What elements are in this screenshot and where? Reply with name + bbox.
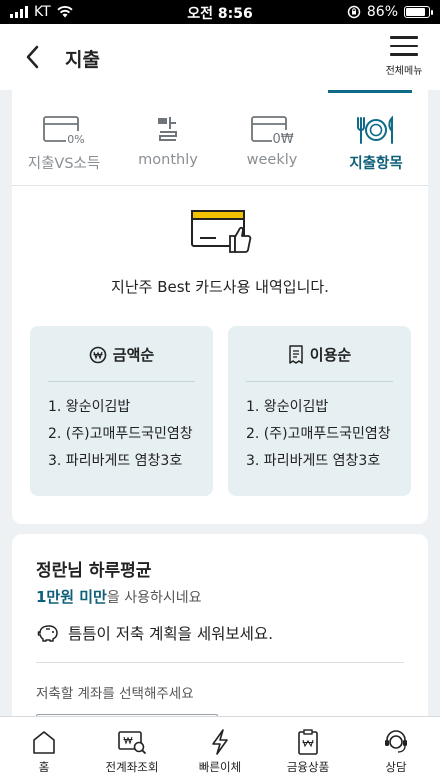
nav-home[interactable]: 홈 <box>0 717 88 783</box>
rotation-lock-icon <box>347 5 361 19</box>
ranking-by-usage: 이용순 1. 왕순이김밥 2. (주)고매푸드국민염창 3. 파리바게뜨 염창3… <box>228 326 411 496</box>
tab-monthly[interactable]: monthly <box>116 90 220 185</box>
won-coin-icon <box>89 346 107 363</box>
app-header: 지출 전체메뉴 <box>0 24 440 90</box>
card-won-icon: 0₩ <box>251 116 294 145</box>
svg-text:0%: 0% <box>67 133 84 145</box>
page-title: 지출 <box>65 49 100 71</box>
spending-card: 0% 지출VS소득 monthly 0₩ weekly 지출항목 지난주 Bes… <box>12 90 428 524</box>
nav-label: 상담 <box>385 760 407 774</box>
card-percent-icon: 0% <box>43 116 86 145</box>
savings-tip: 틈틈이 저축 계획을 세워보세요. <box>36 622 273 644</box>
tip-text: 틈틈이 저축 계획을 세워보세요. <box>68 625 274 643</box>
headset-icon <box>385 730 407 753</box>
nav-consult[interactable]: 상담 <box>352 717 440 783</box>
battery-icon <box>404 6 433 18</box>
list-item: 3. 파리바게뜨 염창3호 <box>246 453 381 469</box>
back-button[interactable] <box>22 44 46 70</box>
daily-average-title: 정란님 하루평균 <box>36 561 152 581</box>
hamburger-icon <box>390 36 418 56</box>
status-bar: KT 오전 8:56 86% <box>0 0 440 24</box>
home-icon <box>33 731 55 754</box>
tab-label: 지출항목 <box>349 156 403 172</box>
menu-label: 전체메뉴 <box>385 65 423 77</box>
tab-spending-category[interactable]: 지출항목 <box>324 90 428 185</box>
list-item: 1. 왕순이김밥 <box>48 399 131 415</box>
bottom-nav: 홈 전계좌조회 빠른이체 금융상품 상담 <box>0 716 440 783</box>
daily-average-suffix: 을 사용하시네요 <box>106 590 202 606</box>
full-menu-button[interactable]: 전체메뉴 <box>376 36 432 77</box>
nav-label: 전계좌조회 <box>105 760 159 774</box>
spending-tabs: 0% 지출VS소득 monthly 0₩ weekly 지출항목 <box>12 90 428 186</box>
nav-label: 금융상품 <box>286 760 330 774</box>
nav-label: 빠른이체 <box>198 760 242 774</box>
tab-label: weekly <box>246 152 298 168</box>
summary-text: 지난주 Best 카드사용 내역입니다. <box>111 278 329 296</box>
ranking-title: 금액순 <box>112 346 155 364</box>
tab-weekly[interactable]: 0₩ weekly <box>220 90 324 185</box>
tab-label: monthly <box>138 152 198 168</box>
list-item: 3. 파리바게뜨 염창3호 <box>48 453 183 469</box>
list-item: 2. (주)고매푸드국민염창 <box>246 426 391 442</box>
product-icon <box>298 729 318 755</box>
utensils-icon <box>357 115 393 144</box>
account-search-icon <box>118 731 147 755</box>
daily-average-card: 정란님 하루평균 1만원 미만을 사용하시네요 틈틈이 저축 계획을 세워보세요… <box>12 534 428 734</box>
piggy-bank-icon <box>37 625 58 642</box>
receipt-icon <box>289 345 303 364</box>
ranking-title: 이용순 <box>309 346 352 364</box>
account-select-label: 저축할 계좌를 선택해주세요 <box>36 686 194 702</box>
tab-label: 지출VS소득 <box>27 156 101 172</box>
nav-all-accounts[interactable]: 전계좌조회 <box>88 717 176 783</box>
credit-card-thumbs-up-icon <box>190 208 254 258</box>
nav-quick-transfer[interactable]: 빠른이체 <box>176 717 264 783</box>
ranking-by-amount: 금액순 1. 왕순이김밥 2. (주)고매푸드국민염창 3. 파리바게뜨 염창3… <box>30 326 213 496</box>
list-item: 2. (주)고매푸드국민염창 <box>48 426 193 442</box>
tab-spending-vs-income[interactable]: 0% 지출VS소득 <box>12 90 116 185</box>
chevron-left-icon <box>26 45 39 69</box>
nav-label: 홈 <box>38 760 50 774</box>
list-item: 1. 왕순이김밥 <box>246 399 329 415</box>
battery-percent: 86% <box>366 4 398 20</box>
daily-average-text: 1만원 미만을 사용하시네요 <box>36 586 202 607</box>
svg-text:0₩: 0₩ <box>272 132 293 145</box>
daily-average-amount: 1만원 미만 <box>36 588 107 606</box>
nav-financial-products[interactable]: 금융상품 <box>264 717 352 783</box>
calendar-icon <box>158 117 177 141</box>
lightning-icon <box>212 729 228 755</box>
